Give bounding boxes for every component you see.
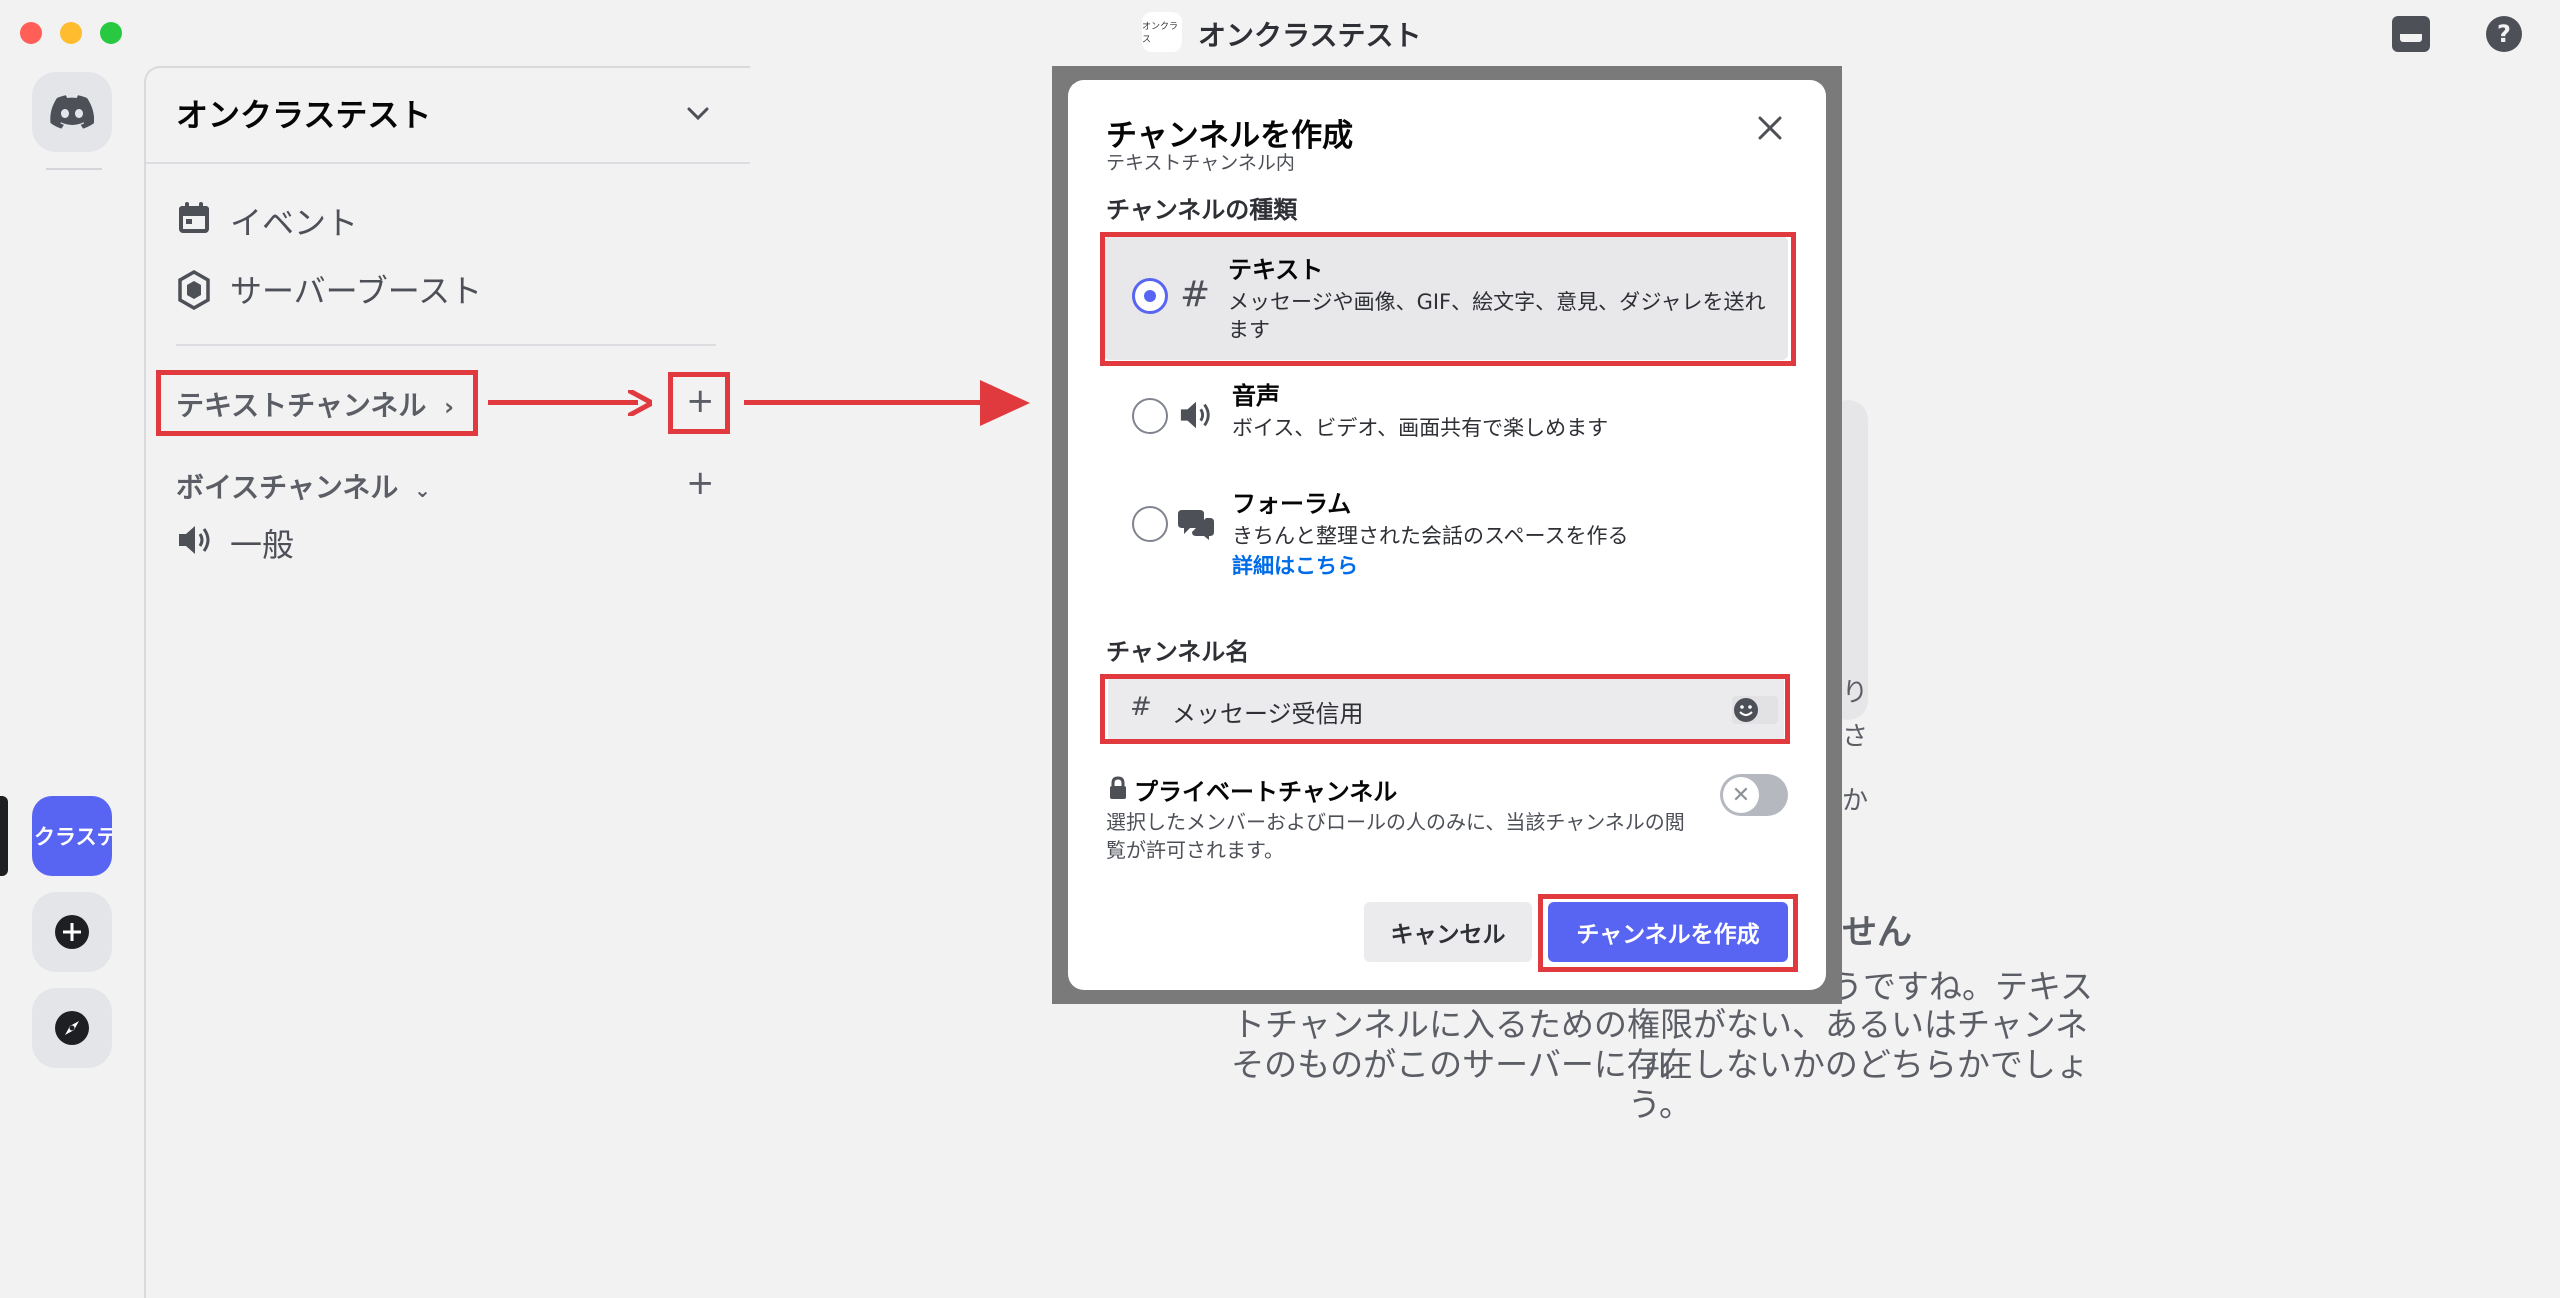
server-icon-active[interactable]: クラステ [32, 796, 112, 876]
annotation-arrow-line [488, 400, 638, 405]
inbox-icon[interactable] [2392, 16, 2430, 52]
private-channel-title: プライベートチャンネル [1134, 778, 1398, 806]
category-voice-channels[interactable]: ボイスチャンネル ⌄ [176, 466, 431, 506]
speaker-icon [176, 522, 214, 562]
rail-separator [46, 168, 102, 170]
option-voice[interactable]: 音声 ボイス、ビデオ、画面共有で楽しめます [1104, 376, 1788, 460]
lock-icon [1108, 776, 1128, 804]
empty-state-line-3: そのものがこのサーバーに存在しないかのどちらかでしょ [1231, 1045, 2089, 1084]
forum-icon [1178, 506, 1214, 544]
annotation-box-text-option [1100, 232, 1796, 366]
plus-circle-icon [55, 915, 89, 949]
annotation-box-name-input [1100, 674, 1790, 744]
radio-forum[interactable] [1132, 506, 1168, 542]
annotation-box-plus [668, 372, 730, 434]
option-forum[interactable]: フォーラム きちんと整理された会話のスペースを作る 詳細はこちら [1104, 484, 1788, 594]
private-channel-toggle[interactable]: ✕ [1720, 774, 1788, 816]
modal-subtitle: テキストチャンネル内 [1106, 152, 1295, 174]
discord-logo-icon [50, 95, 94, 129]
empty-state-line-1: うですね。テキス [1830, 967, 2094, 1006]
speaker-icon [1178, 398, 1214, 436]
chevron-down-small-icon: ⌄ [414, 478, 431, 502]
annotation-box-create-button [1538, 894, 1798, 972]
annotation-arrow-line-2 [744, 400, 1000, 405]
channel-sidebar [144, 66, 750, 1298]
active-server-indicator [0, 796, 8, 876]
toggle-off-icon: ✕ [1723, 777, 1759, 813]
boost-icon [176, 269, 212, 314]
option-voice-title: 音声 [1232, 382, 1280, 410]
empty-state-line-4: う。 [1627, 1085, 1693, 1124]
explore-servers-button[interactable] [32, 988, 112, 1068]
window-maximize-button[interactable] [100, 22, 122, 44]
server-name[interactable]: オンクラステスト [176, 90, 431, 136]
bg-edge-fragment-2: さ [1842, 722, 1869, 752]
channel-type-label: チャンネルの種類 [1106, 196, 1298, 224]
voice-channel-general[interactable]: 一般 [230, 520, 294, 566]
header-divider [146, 162, 750, 164]
close-icon[interactable] [1756, 114, 1784, 146]
window-close-button[interactable] [20, 22, 42, 44]
server-mini-icon: オンクラス [1142, 12, 1182, 52]
option-forum-title: フォーラム [1232, 490, 1352, 518]
sidebar-item-server-boost[interactable]: サーバーブースト [230, 266, 482, 312]
private-channel-description: 選択したメンバーおよびロールの人のみに、当該チャンネルの閲覧が許可されます。 [1106, 810, 1685, 862]
discord-home-button[interactable] [32, 72, 112, 152]
calendar-icon [176, 200, 212, 240]
category-voice-label: ボイスチャンネル [176, 471, 399, 504]
cancel-button[interactable]: キャンセル [1364, 902, 1532, 962]
annotation-arrow-head [626, 387, 658, 420]
empty-state-heading: せん [1842, 913, 1913, 953]
annotation-box-text-category [156, 370, 478, 436]
title-bar: オンクラス オンクラステスト ? [0, 0, 2560, 66]
compass-icon [55, 1011, 89, 1045]
channel-name-label: チャンネル名 [1106, 638, 1250, 666]
radio-voice[interactable] [1132, 398, 1168, 434]
chevron-down-icon[interactable] [684, 100, 712, 132]
sidebar-divider [176, 344, 716, 346]
annotation-arrow-head-2 [980, 380, 1030, 430]
add-voice-channel-button[interactable]: + [686, 466, 715, 500]
add-server-button[interactable] [32, 892, 112, 972]
create-channel-modal: チャンネルを作成 テキストチャンネル内 チャンネルの種類 # テキスト メッセー… [1068, 80, 1826, 990]
bg-edge-fragment-3: か [1842, 786, 1869, 816]
option-forum-description: きちんと整理された会話のスペースを作る [1232, 524, 1629, 548]
help-icon[interactable]: ? [2486, 16, 2522, 52]
forum-learn-more-link[interactable]: 詳細はこちら [1232, 550, 1358, 580]
bg-edge-fragment-1: り [1842, 678, 1869, 708]
sidebar-item-events[interactable]: イベント [230, 198, 358, 244]
window-minimize-button[interactable] [60, 22, 82, 44]
window-title: オンクラステスト [1198, 19, 1422, 52]
option-voice-description: ボイス、ビデオ、画面共有で楽しめます [1232, 416, 1609, 440]
